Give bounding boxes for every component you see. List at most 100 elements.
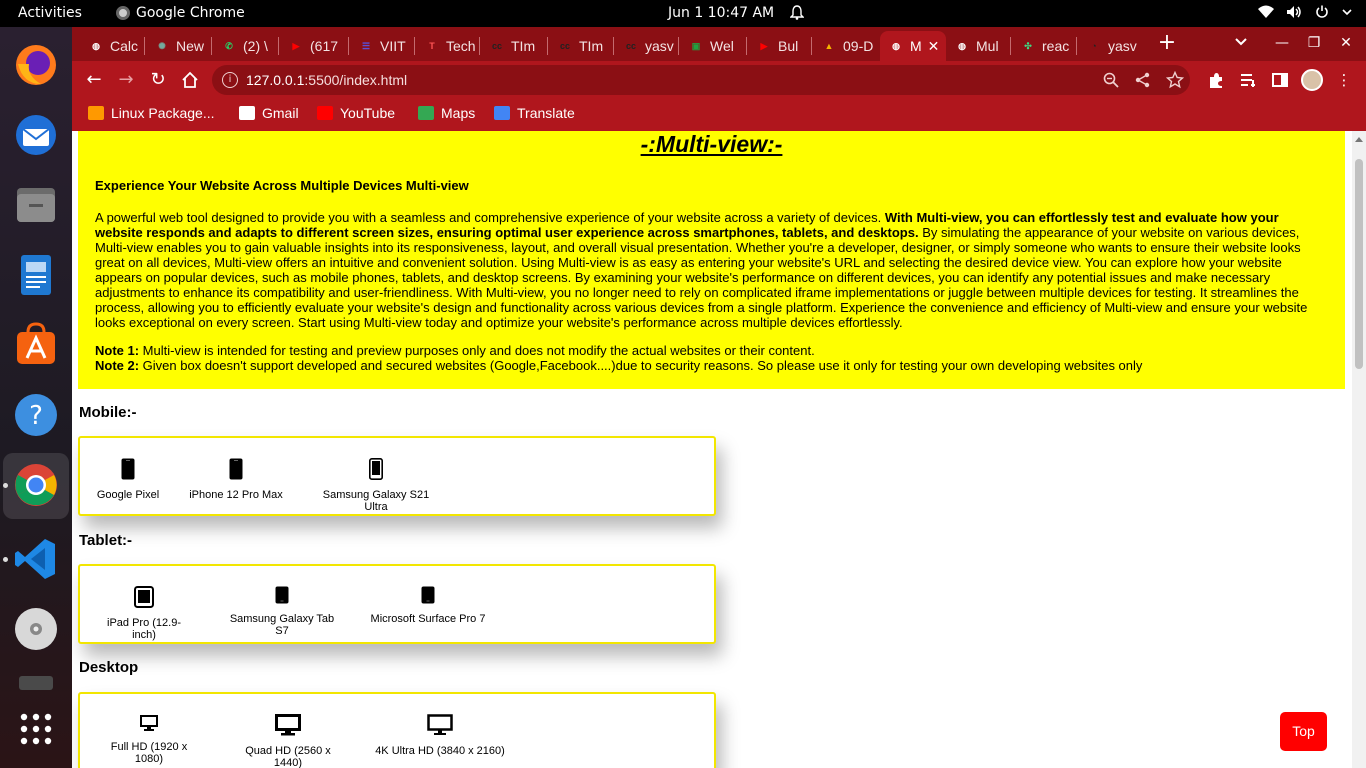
url-text[interactable]: 127.0.0.1:5500/index.html <box>246 72 407 88</box>
tab-3[interactable]: ▶ (617 <box>280 31 348 61</box>
tab-0[interactable]: ◍ Calc <box>80 31 144 61</box>
bookmark-star-icon[interactable] <box>1166 71 1184 89</box>
tab-search-icon[interactable] <box>1234 35 1248 49</box>
tab-separator <box>547 37 548 55</box>
page-title: -:Multi-view:- <box>640 131 783 157</box>
bookmarks-bar: Linux Package... Gmail YouTube Maps Translat… <box>72 99 1366 131</box>
extensions-icon[interactable] <box>1206 70 1226 90</box>
tab-separator <box>414 37 415 55</box>
clock[interactable]: Jun 1 10:47 AM <box>668 5 774 21</box>
tab-15[interactable]: ◔ yasv <box>1078 31 1144 61</box>
reload-button[interactable]: ↻ <box>148 70 168 90</box>
site-info-icon[interactable]: i <box>222 72 238 88</box>
mobile-device-box: Google Pixel iPhone 12 Pro Max Samsung G… <box>78 436 716 516</box>
profile-avatar[interactable] <box>1301 69 1323 91</box>
device-samsung-galaxy-s21-ultra[interactable]: Samsung Galaxy S21 Ultra <box>311 458 441 513</box>
bell-icon[interactable] <box>790 5 804 20</box>
help-icon[interactable]: ? <box>12 391 60 439</box>
bookmark-2[interactable]: YouTube <box>317 105 395 121</box>
tab-label: 09-D <box>843 38 874 54</box>
show-apps-icon[interactable] <box>12 705 60 753</box>
thunderbird-icon[interactable] <box>12 111 60 159</box>
dock: ? <box>0 27 72 768</box>
tab-separator <box>1010 37 1011 55</box>
device-full-hd[interactable]: Full HD (1920 x 1080) <box>96 714 202 765</box>
share-icon[interactable] <box>1134 71 1152 89</box>
bookmark-0[interactable]: Linux Package... <box>88 105 215 121</box>
bookmark-1[interactable]: Gmail <box>239 105 299 121</box>
app-center-icon[interactable] <box>12 321 60 369</box>
device-label: Quad HD (2560 x 1440) <box>245 745 331 768</box>
device-ipad-pro[interactable]: iPad Pro (12.9-inch) <box>96 586 192 641</box>
trash-icon[interactable] <box>12 672 60 692</box>
back-button[interactable]: ← <box>84 70 104 90</box>
tab-11[interactable]: ▲ 09-D <box>813 31 878 61</box>
tab-label: Wel <box>710 38 734 54</box>
tab-14[interactable]: ✣ reac <box>1012 31 1076 61</box>
address-bar[interactable]: i 127.0.0.1:5500/index.html <box>212 65 1190 95</box>
tab-1[interactable]: ✺ New <box>146 31 211 61</box>
device-google-pixel[interactable]: Google Pixel <box>96 458 160 501</box>
disc-icon[interactable] <box>12 605 60 653</box>
scroll-up-arrow[interactable] <box>1355 137 1363 142</box>
device-microsoft-surface-pro-7[interactable]: Microsoft Surface Pro 7 <box>370 586 486 625</box>
tab-10[interactable]: ▶ Bul <box>748 31 811 61</box>
new-tab-button[interactable]: + <box>1156 32 1178 55</box>
page-scrollbar[interactable] <box>1352 131 1366 768</box>
app-menu[interactable]: Google Chrome <box>116 5 245 21</box>
minimize-button[interactable]: — <box>1274 35 1290 51</box>
scrollbar-thumb[interactable] <box>1355 159 1363 369</box>
side-panel-icon[interactable] <box>1270 70 1290 90</box>
monitor-icon <box>427 714 453 735</box>
tab-label: Calc <box>110 38 139 54</box>
tablet-icon <box>275 586 289 604</box>
running-indicator <box>3 557 8 562</box>
maximize-button[interactable]: ❐ <box>1306 35 1322 51</box>
tab-5[interactable]: T Tech <box>416 31 479 61</box>
zoom-icon[interactable] <box>1102 71 1120 89</box>
replit-icon: ✣ <box>1024 40 1032 51</box>
close-tab-icon[interactable]: ✕ <box>928 38 940 55</box>
home-icon[interactable] <box>180 70 200 90</box>
document-viewer-icon[interactable] <box>12 251 60 299</box>
activities-button[interactable]: Activities <box>18 5 82 21</box>
tab-separator <box>746 37 747 55</box>
vscode-icon[interactable] <box>12 535 60 583</box>
system-tray[interactable] <box>1258 5 1352 19</box>
tab-13[interactable]: ◍ Mul <box>946 31 1010 61</box>
device-label: iPad Pro (12.9-inch) <box>107 617 181 641</box>
power-icon <box>1316 5 1328 18</box>
bookmark-3[interactable]: Maps <box>418 105 475 121</box>
menu-icon[interactable]: ⋮ <box>1334 70 1354 90</box>
files-icon[interactable] <box>12 181 60 229</box>
notes: Note 1: Multi-view is intended for testi… <box>95 343 1142 373</box>
tab-4[interactable]: ☰ VIIT <box>350 31 414 61</box>
tab-label: (617 <box>310 38 339 54</box>
tab-9[interactable]: ▣ Wel <box>680 31 746 61</box>
forward-button[interactable]: → <box>116 70 136 90</box>
tab-6[interactable]: cc TIm <box>481 31 547 61</box>
device-iphone-12-pro-max[interactable]: iPhone 12 Pro Max <box>188 458 284 501</box>
bookmark-label: Translate <box>517 105 575 121</box>
device-label: Samsung Galaxy S21 Ultra <box>322 489 430 513</box>
bookmark-4[interactable]: Translate <box>494 105 575 121</box>
tab-7[interactable]: cc TIm <box>549 31 613 61</box>
close-window-button[interactable]: ✕ <box>1338 35 1354 51</box>
desktop-device-box: Full HD (1920 x 1080) Quad HD (2560 x 14… <box>78 692 716 768</box>
device-label: Microsoft Surface Pro 7 <box>370 613 486 625</box>
bookmark-label: Linux Package... <box>111 105 215 121</box>
chrome-icon[interactable] <box>12 461 60 509</box>
whatsapp-icon: ✆ <box>225 40 233 51</box>
cc-icon: cc <box>559 41 570 51</box>
device-4k-ultra-hd[interactable]: 4K Ultra HD (3840 x 2160) <box>374 714 506 757</box>
media-control-icon[interactable] <box>1238 70 1258 90</box>
tab-12[interactable]: ◍ M ✕ <box>880 31 946 61</box>
tab-8[interactable]: cc yasv <box>615 31 678 61</box>
chat-icon: ▣ <box>691 40 701 51</box>
device-quad-hd[interactable]: Quad HD (2560 x 1440) <box>230 714 346 768</box>
scroll-to-top-button[interactable]: Top <box>1280 712 1327 751</box>
tab-separator <box>678 37 679 55</box>
device-samsung-galaxy-tab-s7[interactable]: Samsung Galaxy Tab S7 <box>222 586 342 637</box>
tab-2[interactable]: ✆ (2) \ <box>213 31 278 61</box>
firefox-icon[interactable] <box>12 41 60 89</box>
